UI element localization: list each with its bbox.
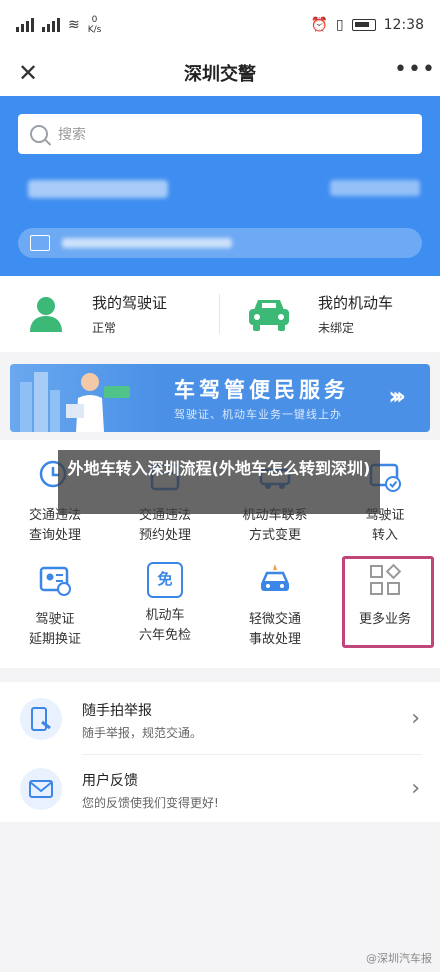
vibrate-icon: ▯ xyxy=(335,17,344,33)
search-placeholder: 搜索 xyxy=(58,127,86,143)
license-summary: 我的驾驶证 正常 我的机动车 未绑定 xyxy=(0,276,440,352)
search-icon xyxy=(30,125,48,143)
search-input[interactable]: 搜索 xyxy=(18,114,422,154)
list-item-desc: 您的反馈使我们变得更好! xyxy=(82,796,219,810)
personal-center-link[interactable] xyxy=(330,180,420,196)
list-item-title: 随手拍举报 xyxy=(82,703,152,719)
person-icon xyxy=(30,297,62,332)
car-icon xyxy=(249,300,289,331)
clock: 12:38 xyxy=(383,17,424,33)
feature-list: 随手拍举报 随手举报，规范交通。 › 用户反馈 您的反馈使我们变得更好! › xyxy=(0,682,440,822)
page-title: 深圳交警 xyxy=(184,64,256,85)
vehicle-title: 我的机动车 xyxy=(318,294,394,312)
list-item-feedback[interactable]: 用户反馈 您的反馈使我们变得更好! › xyxy=(0,756,440,822)
article-title-overlay: 外地车转入深圳流程(外地车怎么转到深圳) xyxy=(58,450,380,514)
account-header: 搜索 xyxy=(0,96,440,276)
my-driver-license[interactable]: 我的驾驶证 正常 xyxy=(0,276,220,352)
id-number-redacted xyxy=(62,238,232,248)
license-status: 正常 xyxy=(92,321,117,335)
exempt-icon: 免 xyxy=(147,562,183,598)
banner-chevrons-icon: ››› xyxy=(388,382,406,410)
user-name-redacted xyxy=(28,180,168,198)
alarm-icon: ⏰ xyxy=(310,17,328,33)
signal-icon xyxy=(16,18,34,32)
nav-bar: ✕ 深圳交警 ••• xyxy=(0,50,440,96)
watermark: @深圳汽车报 xyxy=(366,952,432,965)
vehicle-status: 未绑定 xyxy=(318,321,355,335)
service-minor-accident[interactable]: 轻微交通 事故处理 xyxy=(220,562,330,650)
my-vehicle[interactable]: 我的机动车 未绑定 xyxy=(220,276,440,352)
service-banner[interactable]: 车驾管便民服务 驾驶证、机动车业务一键线上办 ››› xyxy=(10,364,430,432)
id-card-icon xyxy=(30,235,50,251)
license-renewal-icon xyxy=(39,566,71,596)
camera-report-icon xyxy=(20,698,62,740)
license-title: 我的驾驶证 xyxy=(92,294,168,312)
list-item-desc: 随手举报，规范交通。 xyxy=(82,726,203,740)
service-license-renewal[interactable]: 驾驶证 延期换证 xyxy=(0,562,110,650)
list-item-photo-report[interactable]: 随手拍举报 随手举报，规范交通。 › xyxy=(0,686,440,755)
mail-icon xyxy=(20,768,62,810)
battery-icon xyxy=(351,19,376,31)
banner-illustration xyxy=(10,364,160,432)
close-icon[interactable]: ✕ xyxy=(12,57,44,89)
id-card-bar[interactable] xyxy=(18,228,422,258)
wifi-icon: ≋ xyxy=(68,17,80,33)
banner-subtitle: 驾驶证、机动车业务一键线上办 xyxy=(174,408,342,421)
more-services-highlight xyxy=(342,556,434,648)
signal-icon-2 xyxy=(42,18,60,32)
chevron-right-icon: › xyxy=(411,706,420,731)
net-speed: 0 K/s xyxy=(87,15,102,35)
chevron-right-icon: › xyxy=(411,776,420,801)
divider xyxy=(82,754,422,755)
banner-title: 车驾管便民服务 xyxy=(174,378,349,402)
accident-icon xyxy=(261,564,289,591)
service-six-year-exempt[interactable]: 免 机动车 六年免检 xyxy=(110,562,220,646)
status-bar: ≋ 0 K/s ⏰ ▯ 12:38 xyxy=(0,0,440,50)
more-options-icon[interactable]: ••• xyxy=(394,57,435,89)
list-item-title: 用户反馈 xyxy=(82,773,138,789)
